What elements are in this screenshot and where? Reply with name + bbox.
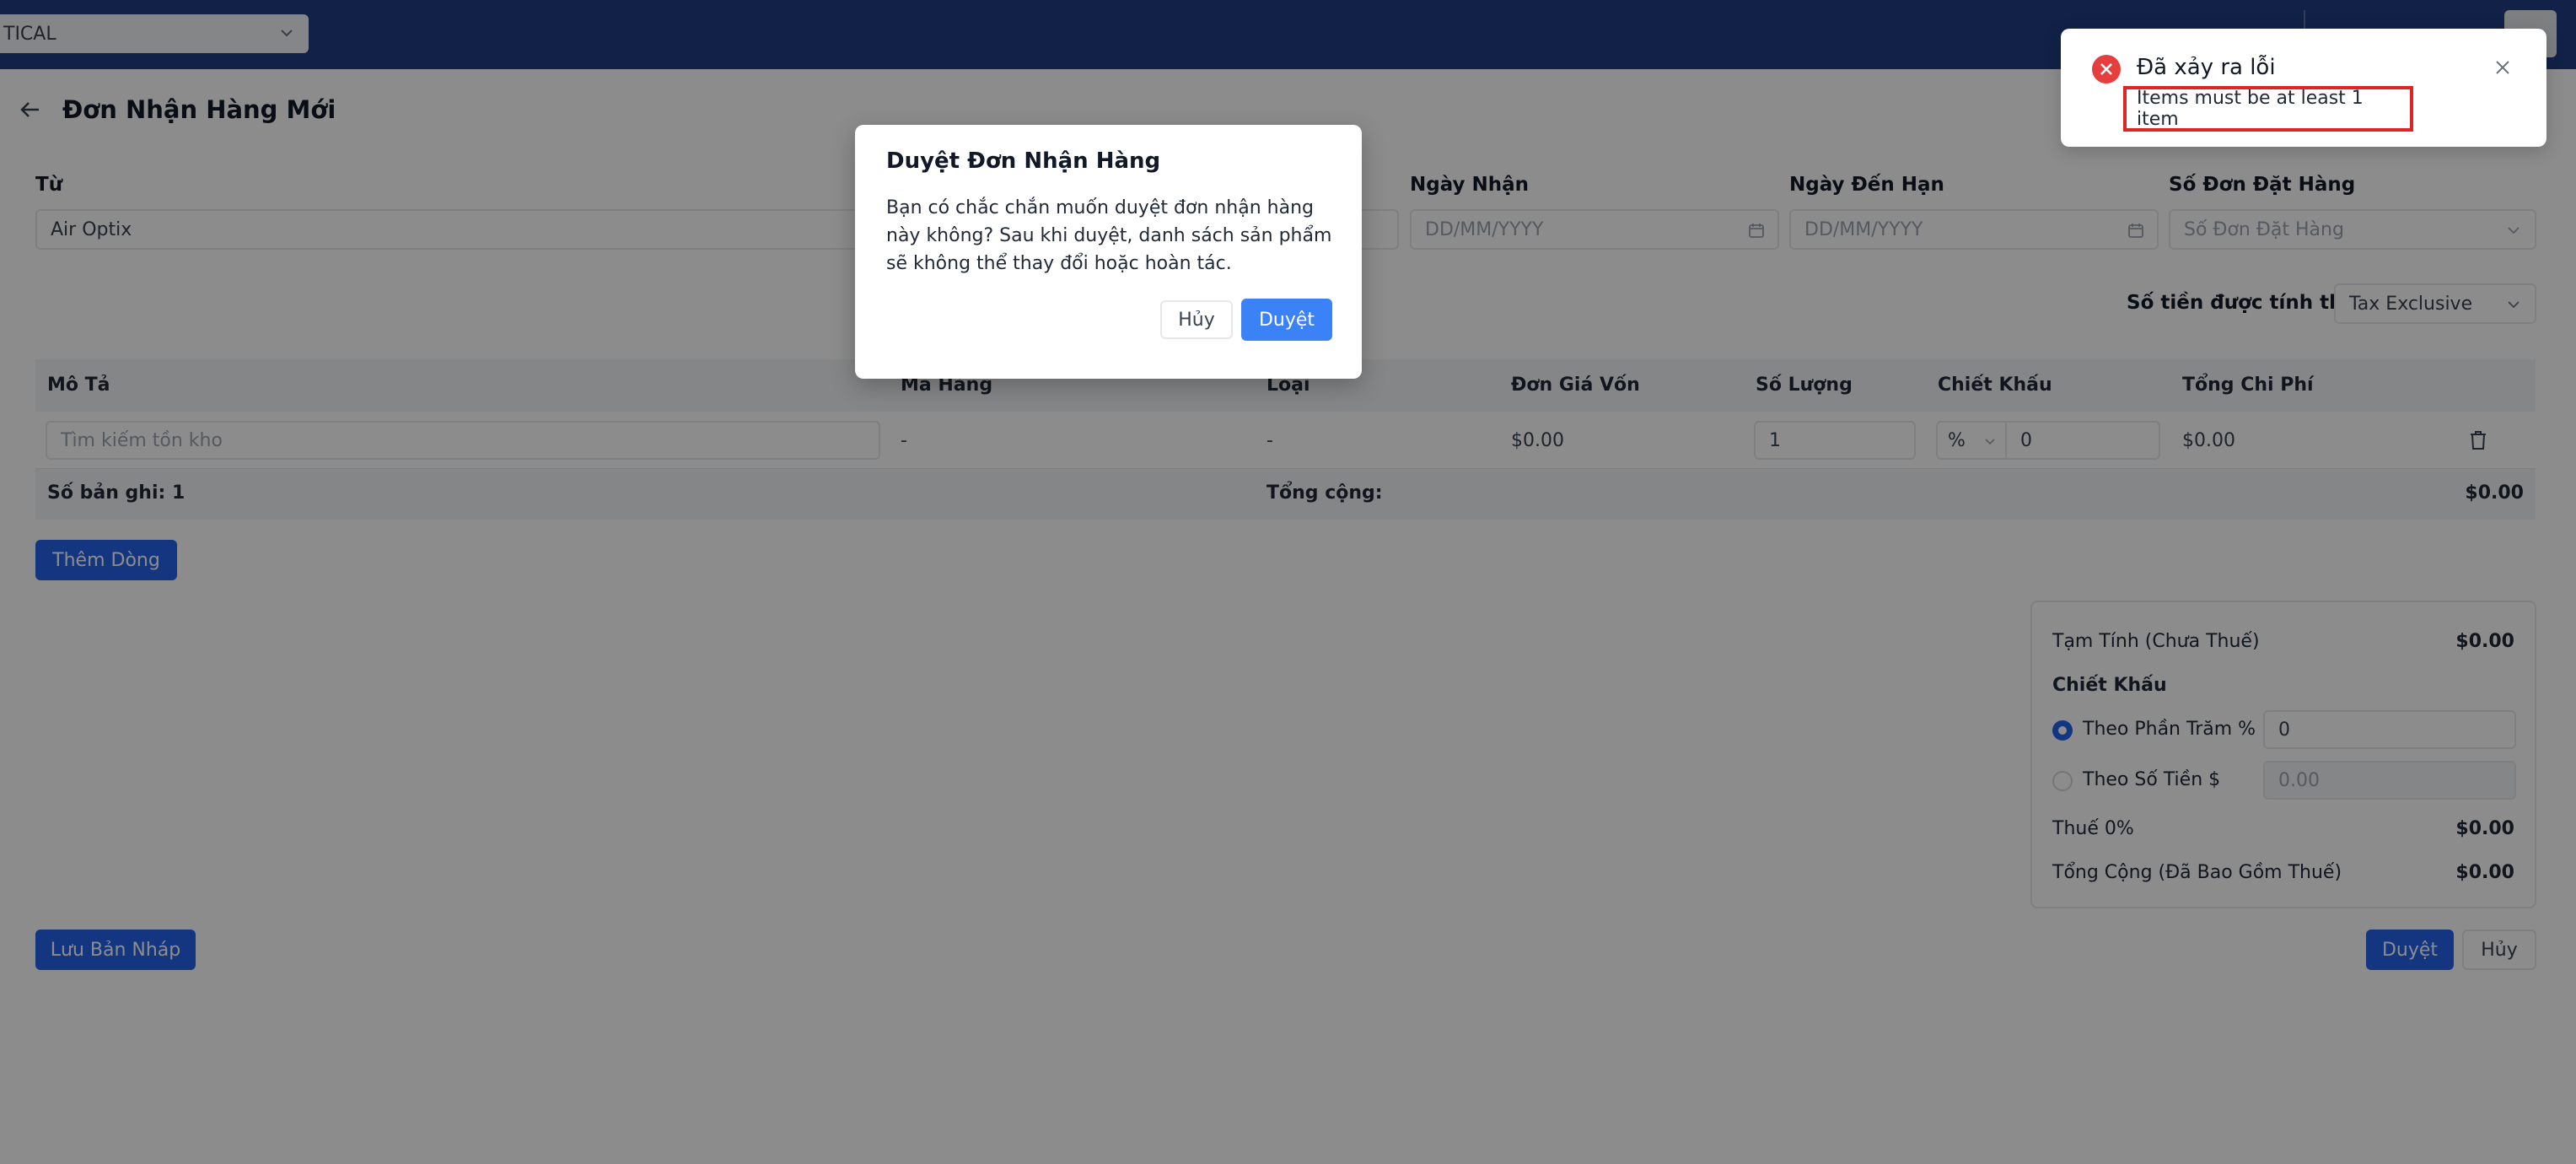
toast-message: Items must be at least 1 item (2123, 86, 2413, 132)
toast-title: Đã xảy ra lỗi (2137, 55, 2276, 80)
dialog-body: Bạn có chắc chắn muốn duyệt đơn nhận hàn… (886, 197, 1332, 274)
toast-message-text: Items must be at least 1 item (2137, 88, 2364, 130)
approve-confirm-dialog: Duyệt Đơn Nhận Hàng Bạn có chắc chắn muố… (855, 125, 1362, 379)
close-icon[interactable] (2491, 56, 2514, 79)
error-toast: Đã xảy ra lỗi Items must be at least 1 i… (2061, 29, 2546, 147)
dialog-cancel-button[interactable]: Hủy (1160, 300, 1233, 339)
dialog-title: Duyệt Đơn Nhận Hàng (886, 148, 1161, 174)
dialog-confirm-button[interactable]: Duyệt (1241, 299, 1332, 341)
error-icon (2092, 55, 2121, 84)
